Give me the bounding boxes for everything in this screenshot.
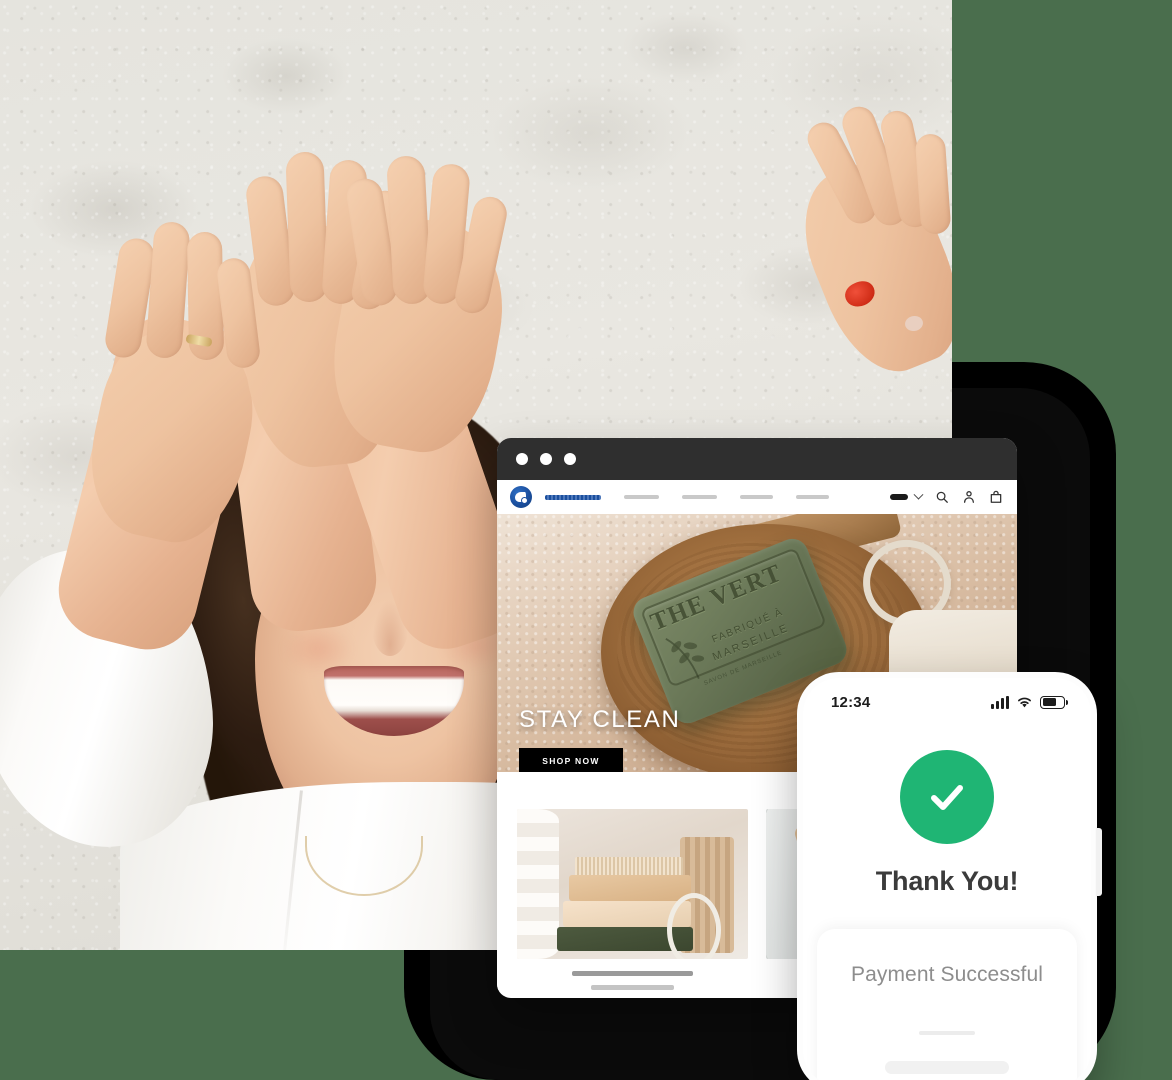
payment-result-card: Payment Successful xyxy=(817,929,1077,1080)
wifi-icon xyxy=(1018,697,1031,707)
status-time: 12:34 xyxy=(831,693,871,711)
nav-links xyxy=(545,494,829,500)
phone-status-bar: 12:34 xyxy=(803,678,1091,718)
window-minimize-button[interactable] xyxy=(540,453,552,465)
nav-link-2[interactable] xyxy=(624,495,659,499)
battery-icon xyxy=(1040,695,1069,709)
phone-screen: 12:34 Thank You! Payment Successful xyxy=(803,678,1091,1080)
payment-status-text: Payment Successful xyxy=(850,963,1044,986)
product1-brush-bristles xyxy=(575,857,683,877)
payment-action-placeholder[interactable] xyxy=(885,1061,1009,1074)
brand-logo-icon[interactable] xyxy=(510,486,532,508)
thank-you-heading: Thank You! xyxy=(875,866,1019,896)
product1-wave-backdrop xyxy=(517,809,559,959)
nav-link-4[interactable] xyxy=(740,495,773,499)
product1-meta xyxy=(517,959,748,990)
search-icon[interactable] xyxy=(935,490,949,504)
product1-title-placeholder xyxy=(572,971,693,976)
checkmark-icon xyxy=(931,785,963,810)
product-card-1[interactable] xyxy=(517,809,748,990)
product1-price-placeholder xyxy=(590,985,675,990)
site-navigation-bar xyxy=(497,480,1017,514)
chevron-down-icon[interactable] xyxy=(913,489,924,500)
nav-link-5[interactable] xyxy=(796,495,829,499)
user-icon[interactable] xyxy=(962,490,976,504)
product1-rope xyxy=(667,893,721,959)
browser-titlebar xyxy=(497,438,1017,480)
language-selector[interactable] xyxy=(890,494,908,500)
nav-link-1[interactable] xyxy=(545,494,601,500)
product-image-1 xyxy=(517,809,748,959)
phone-side-button[interactable] xyxy=(1096,828,1102,896)
hero-title: STAY CLEAN xyxy=(519,706,681,733)
window-close-button[interactable] xyxy=(516,453,528,465)
status-icons xyxy=(991,695,1069,709)
window-maximize-button[interactable] xyxy=(564,453,576,465)
nav-actions xyxy=(890,489,1003,504)
shopping-bag-icon[interactable] xyxy=(989,490,1003,504)
product1-brush-block xyxy=(569,875,691,901)
shop-now-button[interactable]: SHOP NOW xyxy=(519,748,623,772)
nav-link-3[interactable] xyxy=(682,495,717,499)
cellular-signal-icon xyxy=(991,695,1009,709)
payment-detail-placeholder xyxy=(919,1031,975,1035)
check-circle-icon xyxy=(900,750,994,844)
phone-mockup: 12:34 Thank You! Payment Successful xyxy=(797,672,1097,1080)
